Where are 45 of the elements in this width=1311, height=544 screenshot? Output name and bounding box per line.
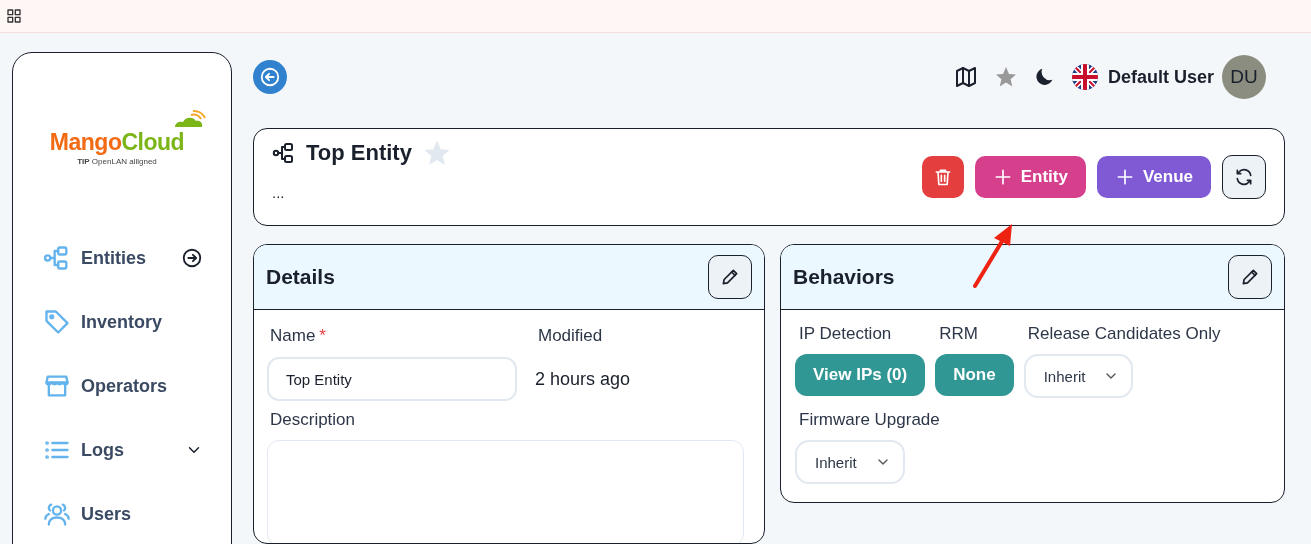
field-label: Description <box>269 409 357 431</box>
edit-button[interactable] <box>1228 255 1272 299</box>
add-button[interactable]: Entity <box>974 156 1086 198</box>
sidebar-item[interactable]: Operators <box>43 372 203 400</box>
action-button[interactable]: None <box>935 354 1014 396</box>
field-label: Modified <box>537 325 604 347</box>
user-avatar[interactable]: DU <box>1222 55 1266 99</box>
field-label: Firmware Upgrade <box>798 410 940 430</box>
add-button[interactable]: Venue <box>1096 156 1211 198</box>
description-input[interactable] <box>267 440 744 543</box>
logo-text: MangoCloud <box>49 129 185 156</box>
sidebar-item[interactable]: Inventory <box>43 308 203 336</box>
refresh-button[interactable] <box>1222 155 1266 199</box>
hierarchy-icon <box>43 244 71 272</box>
action-button[interactable]: View IPs (0) <box>795 354 926 396</box>
select-dropdown[interactable]: Inherit <box>1023 354 1134 398</box>
name-input[interactable]: Top Entity <box>267 357 517 401</box>
entity-description: ... <box>272 184 286 201</box>
field-label: Release Candidates Only <box>1026 324 1221 344</box>
entity-title: Top Entity <box>306 140 412 166</box>
grid-icon <box>6 8 22 24</box>
flag-icon[interactable] <box>1071 64 1098 90</box>
refresh-icon <box>1234 167 1254 187</box>
pencil-icon <box>1240 267 1260 287</box>
logo-tagline: TIP OpenLAN alligned <box>77 157 157 166</box>
edit-button[interactable] <box>708 255 752 299</box>
map-icon <box>953 65 978 89</box>
arrow-left-circle-icon <box>259 66 281 88</box>
select-dropdown[interactable]: Inherit <box>795 440 905 484</box>
sidebar-item[interactable]: Logs <box>43 436 203 464</box>
field-label: IP Detection <box>798 324 893 344</box>
card-title: Behaviors <box>793 265 895 289</box>
pencil-icon <box>720 267 740 287</box>
hierarchy-icon <box>272 141 296 165</box>
modified-value: 2 hours ago <box>535 367 632 391</box>
tag-icon <box>43 308 71 336</box>
arrow-right-circle-icon <box>181 247 203 269</box>
delete-button[interactable] <box>921 156 964 198</box>
sidebar-item[interactable]: Entities <box>43 244 203 272</box>
user-name: Default User <box>1107 66 1214 88</box>
field-label: RRM <box>938 324 979 344</box>
back-button[interactable] <box>253 60 287 94</box>
sidebar-item[interactable]: Users <box>43 500 203 528</box>
field-label: Name * <box>269 325 327 347</box>
card-title: Details <box>266 265 335 289</box>
